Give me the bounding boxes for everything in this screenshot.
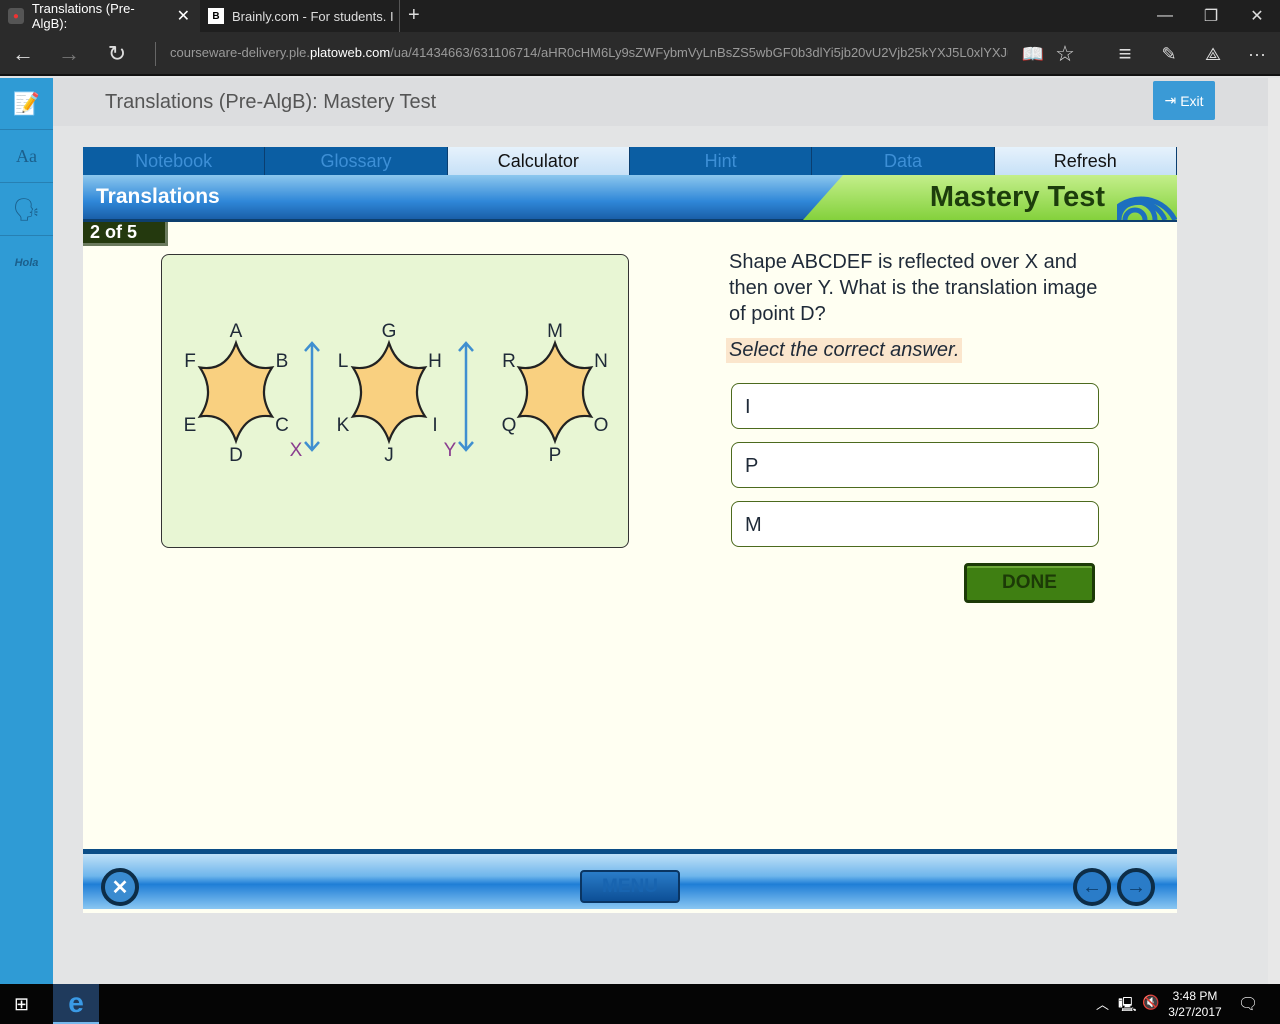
hexagram-shape-2 [350,339,428,445]
reflection-figure: A B C D E F G H I J K L M N O P Q R X Y [161,254,629,548]
vertex-label: H [428,351,442,372]
vertex-label: B [276,351,289,372]
address-bar: ← → ↻ courseware-delivery.ple.platoweb.c… [0,32,1280,76]
exit-label: Exit [1180,92,1204,109]
browser-tab-brainly[interactable]: B Brainly.com - For students. I [200,0,400,32]
new-tab-button[interactable]: + [408,4,420,27]
tab-hint[interactable]: Hint [629,147,813,175]
translate-hola-icon[interactable]: Hola [0,237,53,289]
vertex-label: J [384,445,394,466]
vertex-label: C [275,415,289,436]
tab-data[interactable]: Data [812,147,995,175]
next-button[interactable]: → [1117,868,1155,906]
vertex-label: O [594,415,609,436]
tool-sidebar: 📝 Aa 🗣 Hola [0,78,53,984]
tab-calculator[interactable]: Calculator [447,147,630,175]
answer-option-p[interactable]: P [731,442,1099,488]
page-scrollbar[interactable] [1268,78,1280,984]
time: 3:48 PM [1172,989,1218,1003]
lesson-title: Translations (Pre-AlgB): Mastery Test [105,91,437,113]
activity-footer: ✕ MENU ← → [83,849,1177,909]
axis-label: X [290,440,303,461]
hexagram-diagram: A B C D E F G H I J K L M N O P Q R X Y [184,321,609,466]
question-text: Shape ABCDEF is reflected over X and the… [729,251,1098,325]
minimize-button[interactable]: — [1142,0,1188,32]
more-icon[interactable]: ··· [1234,32,1280,76]
axis-label: Y [444,440,457,461]
question-counter: 2 of 5 [83,222,168,246]
vertex-label: A [230,321,243,342]
activity-banner: Translations Mastery Test [83,175,1177,222]
tab-refresh[interactable]: Refresh [994,147,1177,175]
mastery-test-badge: Mastery Test [803,175,1177,220]
refresh-button[interactable]: ↻ [94,32,140,76]
exit-icon: ⇥ [1164,92,1177,108]
tab-notebook[interactable]: Notebook [83,147,266,175]
hexagram-shape-3 [516,339,594,445]
vertex-label: K [337,415,350,436]
favorite-star-icon[interactable]: ☆ [1042,32,1088,76]
vertex-label: P [549,445,562,466]
done-button[interactable]: DONE [964,563,1095,603]
vertex-label: N [594,351,608,372]
brainly-favicon-icon: B [208,8,224,24]
signal-arcs-icon [1117,196,1177,220]
share-icon[interactable]: ⟁ [1190,32,1236,76]
vertex-label: F [184,351,196,372]
activity-nav: Notebook Glossary Calculator Hint Data R… [83,147,1177,175]
tab-title: Translations (Pre-AlgB): [31,1,135,31]
answer-option-m[interactable]: M [731,501,1099,547]
url-field[interactable]: courseware-delivery.ple.platoweb.com/ua/… [170,45,1008,60]
hub-icon[interactable]: ≡ [1102,32,1148,76]
url-prefix: courseware-delivery.ple. [170,45,310,60]
vertex-label: D [229,445,243,466]
volume-muted-icon[interactable]: 🔇 [1142,994,1159,1011]
hexagram-shape-1 [197,339,275,445]
web-note-icon[interactable]: ✎ [1146,32,1192,76]
tab-glossary[interactable]: Glossary [265,147,448,175]
restore-button[interactable]: ❐ [1188,0,1234,32]
dictionary-icon[interactable]: Aa [0,131,53,183]
windows-taskbar: ⊞ e ︿ 🖳 🔇 3:48 PM 3/27/2017 🗨 [0,984,1280,1024]
clock[interactable]: 3:48 PM 3/27/2017 [1164,988,1226,1020]
back-button[interactable]: ← [0,32,46,76]
notes-icon[interactable]: 📝 [0,78,53,130]
answer-option-i[interactable]: I [731,383,1099,429]
windows-start-icon[interactable]: ⊞ [14,994,29,1015]
vertex-label: E [184,415,197,436]
vertex-label: M [547,321,563,342]
action-center-icon[interactable]: 🗨 [1238,994,1258,1014]
exit-button[interactable]: ⇥ Exit [1153,81,1215,120]
lesson-header: Translations (Pre-AlgB): Mastery Test ⇥ E… [53,78,1268,126]
tab-title: Brainly.com - For students. I [232,8,394,24]
url-path: /ua/41434663/631106714/aHR0cHM6Ly9sZWFyb… [390,45,1008,60]
menu-button[interactable]: MENU [580,870,680,903]
divider [155,42,156,66]
plato-favicon-icon: ● [8,8,24,24]
close-tab-icon[interactable]: ✕ [177,6,190,26]
tray-chevron-icon[interactable]: ︿ [1096,994,1109,1013]
instruction-text: Select the correct answer. [726,338,963,363]
vertex-label: Q [502,415,517,436]
vertex-label: R [502,351,516,372]
close-window-button[interactable]: ✕ [1234,0,1280,32]
network-icon[interactable]: 🖳 [1118,994,1137,1018]
edge-taskbar-icon[interactable]: e [53,984,99,1024]
vertex-label: I [432,415,437,436]
text-to-speech-icon[interactable]: 🗣 [0,184,53,236]
vertex-label: L [338,351,349,372]
browser-tab-translations[interactable]: ● Translations (Pre-AlgB): ✕ [0,0,200,32]
vertex-label: G [382,321,397,342]
forward-button[interactable]: → [46,32,92,76]
close-activity-button[interactable]: ✕ [101,868,139,906]
url-domain: platoweb.com [309,45,391,60]
activity-title: Translations [96,185,220,208]
mastery-test-label: Mastery Test [929,181,1105,213]
browser-tab-bar: ● Translations (Pre-AlgB): ✕ B Brainly.c… [0,0,1280,32]
previous-button[interactable]: ← [1073,868,1111,906]
activity-frame: Notebook Glossary Calculator Hint Data R… [83,147,1177,913]
date: 3/27/2017 [1168,1005,1222,1019]
